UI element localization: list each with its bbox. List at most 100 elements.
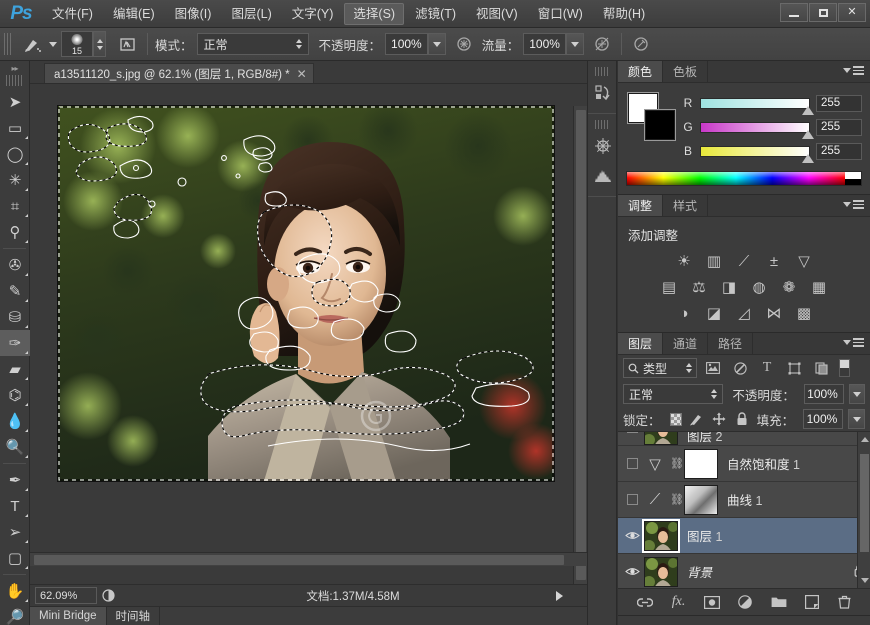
lock-all-icon[interactable] bbox=[733, 409, 751, 429]
filter-enable-toggle[interactable] bbox=[839, 359, 850, 377]
spot-healing-brush-tool[interactable]: ✇ bbox=[0, 252, 30, 278]
history-brush-icon[interactable] bbox=[19, 32, 45, 56]
color-tab-0[interactable]: 颜色 bbox=[618, 61, 664, 82]
panel-menu-icon[interactable] bbox=[843, 200, 864, 209]
channel-value-b[interactable]: 255 bbox=[816, 142, 862, 160]
adjustments-tab-1[interactable]: 样式 bbox=[663, 195, 709, 216]
hue-saturation-icon[interactable]: ▤ bbox=[657, 276, 681, 298]
canvas-viewport[interactable] bbox=[30, 83, 587, 611]
pressure-flow-icon[interactable] bbox=[629, 33, 653, 55]
menu-0[interactable]: 文件(F) bbox=[43, 3, 102, 25]
layer-mask-thumbnail[interactable] bbox=[684, 448, 718, 479]
invert-icon[interactable]: ◑ bbox=[672, 302, 696, 324]
scroll-up-arrow[interactable] bbox=[861, 437, 869, 442]
color-balance-icon[interactable]: ⚖ bbox=[687, 276, 711, 298]
layers-list-scrollbar[interactable] bbox=[857, 432, 870, 588]
brush-size-stepper[interactable] bbox=[93, 31, 106, 57]
menu-7[interactable]: 视图(V) bbox=[467, 3, 527, 25]
menu-5[interactable]: 选择(S) bbox=[344, 2, 405, 25]
document-tab[interactable]: a13511120_s.jpg @ 62.1% (图层 1, RGB/8#) *… bbox=[44, 63, 314, 83]
magic-wand-tool[interactable]: ✳ bbox=[0, 167, 30, 193]
dock-grip[interactable] bbox=[595, 67, 609, 76]
flow-value[interactable]: 100% bbox=[523, 33, 566, 55]
close-button[interactable]: ✕ bbox=[838, 3, 866, 22]
add-layer-mask-icon[interactable] bbox=[703, 595, 720, 609]
blur-tool[interactable]: 💧 bbox=[0, 408, 30, 434]
channel-knob[interactable] bbox=[802, 153, 814, 163]
color-tab-1[interactable]: 色板 bbox=[663, 61, 709, 82]
tab-close-icon[interactable]: ✕ bbox=[297, 68, 307, 80]
canvas-horizontal-scrollbar[interactable] bbox=[30, 552, 587, 566]
tools-panel-grip[interactable] bbox=[6, 75, 23, 86]
brush-panel-icon[interactable] bbox=[114, 32, 140, 56]
selective-color-icon[interactable]: ⋈ bbox=[762, 302, 786, 324]
hand-tool[interactable]: ✋ bbox=[0, 578, 30, 604]
gradient-map-icon[interactable]: ▩ bbox=[792, 302, 816, 324]
layer-visibility-off-icon[interactable] bbox=[620, 482, 644, 518]
spectrum-white-black[interactable] bbox=[845, 172, 861, 185]
menu-2[interactable]: 图像(I) bbox=[166, 3, 221, 25]
layers-tab-2[interactable]: 路径 bbox=[708, 333, 754, 354]
layer-thumbnail[interactable] bbox=[644, 432, 678, 445]
new-group-icon[interactable] bbox=[771, 596, 787, 608]
layers-tab-1[interactable]: 通道 bbox=[663, 333, 709, 354]
filter-type-icon[interactable]: T bbox=[756, 358, 778, 378]
path-selection-tool[interactable]: ➢ bbox=[0, 519, 30, 545]
move-tool[interactable]: ➤ bbox=[0, 89, 30, 115]
color-lookup-icon[interactable]: ▦ bbox=[807, 276, 831, 298]
layer-name[interactable]: 曲线 1 bbox=[718, 490, 870, 509]
layer-row[interactable]: 图层 1 bbox=[618, 518, 870, 554]
menu-3[interactable]: 图层(L) bbox=[222, 3, 280, 25]
color-slider-r[interactable]: R 255 bbox=[682, 91, 862, 115]
scroll-thumb[interactable] bbox=[34, 555, 564, 565]
layer-name[interactable]: 背景 bbox=[678, 562, 848, 581]
crop-tool[interactable]: ⌗ bbox=[0, 193, 30, 219]
brush-preset-dropdown-arrow[interactable] bbox=[45, 41, 61, 47]
scroll-thumb[interactable] bbox=[860, 454, 869, 552]
photo-filter-icon[interactable]: ◍ bbox=[747, 276, 771, 298]
scroll-down-arrow[interactable] bbox=[861, 578, 869, 583]
black-white-icon[interactable]: ◨ bbox=[717, 276, 741, 298]
menu-6[interactable]: 滤镜(T) bbox=[406, 3, 465, 25]
layers-tab-0[interactable]: 图层 bbox=[618, 333, 664, 354]
lasso-tool[interactable]: ◯ bbox=[0, 141, 30, 167]
panel-menu-icon[interactable] bbox=[843, 338, 864, 347]
vibrance-icon[interactable]: ▽ bbox=[792, 250, 816, 272]
layer-name[interactable]: 自然饱和度 1 bbox=[718, 454, 870, 473]
curves-icon[interactable]: ⟋ bbox=[732, 250, 756, 272]
play-arrow-icon[interactable] bbox=[556, 590, 563, 601]
lock-position-icon[interactable] bbox=[710, 409, 728, 429]
lock-image-icon[interactable] bbox=[687, 409, 705, 429]
layers-list[interactable]: 图层 2 ▽ ⛓ 自然饱和度 1 ⟋ ⛓ 曲线 1 图层 1 背景 bbox=[618, 431, 870, 589]
layer-opacity-dropdown-arrow[interactable] bbox=[848, 384, 865, 404]
bottom-tab-0[interactable]: Mini Bridge bbox=[30, 607, 107, 625]
eraser-tool[interactable]: ▰ bbox=[0, 356, 30, 382]
layer-thumbnail[interactable] bbox=[642, 518, 680, 553]
brightness-contrast-icon[interactable]: ☀ bbox=[672, 250, 696, 272]
channel-track-b[interactable] bbox=[700, 145, 814, 163]
scroll-thumb[interactable] bbox=[576, 110, 586, 580]
filter-adjustment-icon[interactable] bbox=[729, 358, 751, 378]
layer-visibility-eye-icon[interactable] bbox=[620, 554, 644, 589]
paint-bucket-tool[interactable]: ⌬ bbox=[0, 382, 30, 408]
new-adjustment-layer-icon[interactable] bbox=[738, 595, 753, 609]
options-bar-grip[interactable] bbox=[4, 33, 13, 55]
menu-8[interactable]: 窗口(W) bbox=[529, 3, 592, 25]
adjustments-tab-0[interactable]: 调整 bbox=[618, 195, 664, 216]
pen-tool[interactable]: ✒ bbox=[0, 467, 30, 493]
pressure-opacity-icon[interactable] bbox=[452, 33, 476, 55]
history-brush-tool[interactable]: ✑ bbox=[0, 330, 30, 356]
mask-link-icon[interactable]: ⛓ bbox=[670, 457, 684, 470]
filter-smart-object-icon[interactable] bbox=[810, 358, 832, 378]
layer-thumbnail[interactable] bbox=[644, 556, 678, 587]
channel-value-g[interactable]: 255 bbox=[816, 118, 862, 136]
blend-mode-select[interactable]: 正常 bbox=[196, 33, 309, 55]
minimize-button[interactable] bbox=[780, 3, 808, 22]
preview-mode-icon[interactable] bbox=[97, 587, 119, 605]
layer-row[interactable]: 图层 2 bbox=[618, 432, 870, 446]
channel-mixer-icon[interactable]: ❁ bbox=[777, 276, 801, 298]
brush-preset-preview[interactable]: 15 bbox=[61, 31, 93, 57]
kuler-panel-icon[interactable] bbox=[588, 131, 618, 161]
layer-visibility-off-icon[interactable] bbox=[620, 446, 644, 482]
exposure-icon[interactable]: ± bbox=[762, 250, 786, 272]
